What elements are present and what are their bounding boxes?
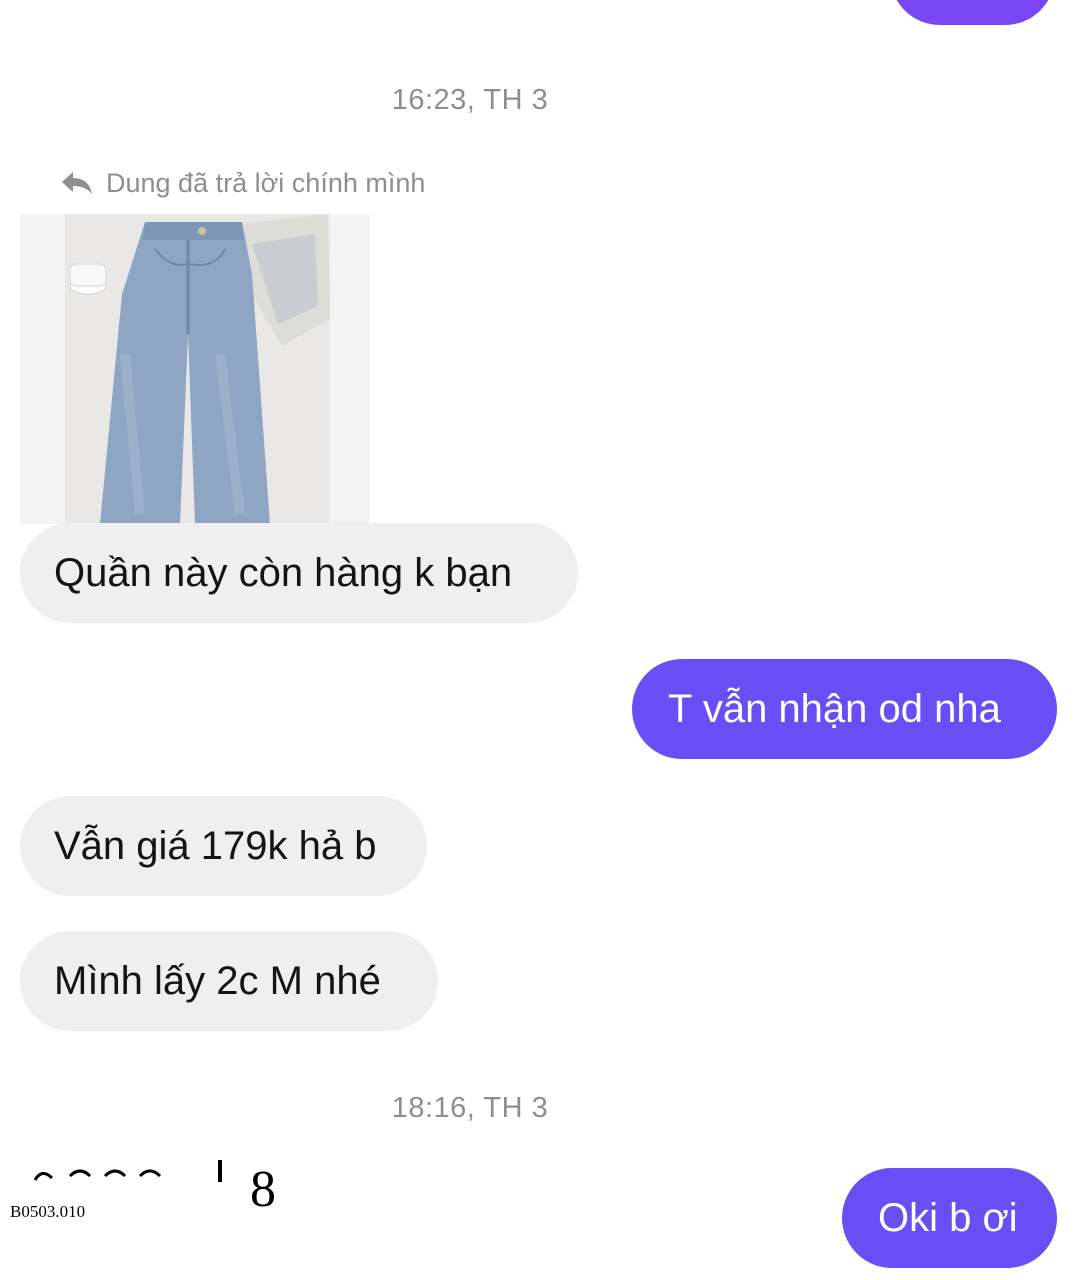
reply-note-text: Dung đã trả lời chính mình [106, 167, 426, 198]
timestamp: 18:16, TH 3 [391, 1092, 549, 1124]
overlay-number: 8 [250, 1161, 276, 1218]
outgoing-message[interactable]: Oki b ơi [842, 1168, 1057, 1268]
incoming-message[interactable]: Vẫn giá 179k hả b [20, 796, 427, 896]
message-text: Vẫn giá 179k hả b [54, 823, 377, 868]
jeans-photo-attachment[interactable] [20, 214, 370, 524]
timestamp: 16:23, TH 3 [391, 84, 549, 116]
incoming-message[interactable]: Quần này còn hàng k bạn [20, 523, 578, 623]
partial-overlay-strokes [33, 1160, 222, 1182]
message-text: Quần này còn hàng k bạn [54, 550, 513, 595]
jeans-image [20, 214, 370, 524]
code-label: B0503.010 [10, 1202, 86, 1221]
incoming-message[interactable]: Mình lấy 2c M nhé [20, 931, 438, 1031]
message-text: Mình lấy 2c M nhé [54, 958, 381, 1003]
message-text: Oki b ơi [878, 1195, 1018, 1240]
previous-outgoing-bubble[interactable] [890, 0, 1055, 25]
outgoing-message[interactable]: T vẫn nhận od nha [632, 659, 1057, 759]
reply-arrow-icon [62, 172, 92, 194]
reply-indicator: Dung đã trả lời chính mình [60, 165, 425, 201]
message-text: T vẫn nhận od nha [668, 686, 1001, 731]
